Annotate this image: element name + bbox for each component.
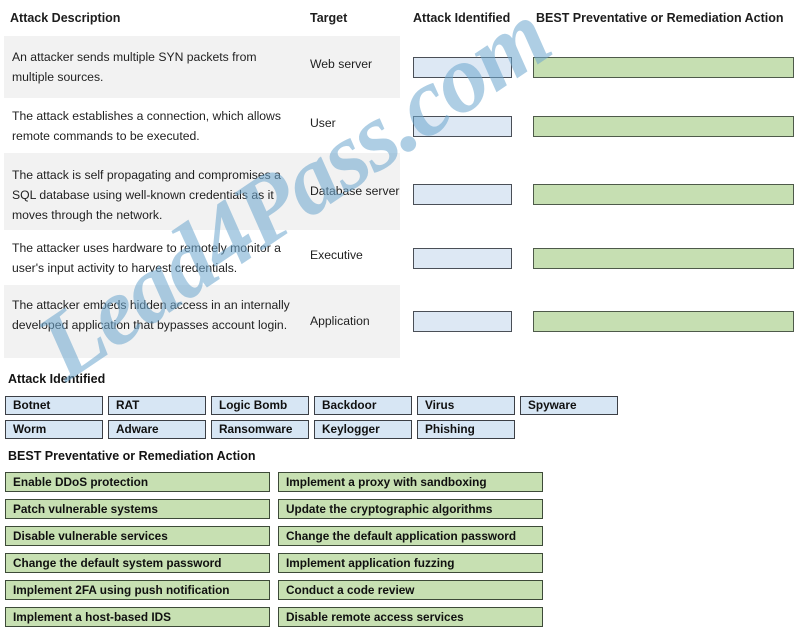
action-option-chip[interactable]: Implement application fuzzing bbox=[278, 553, 543, 573]
attack-matching-table: Attack Description Target Attack Identif… bbox=[0, 0, 811, 358]
target-text: Executive bbox=[310, 248, 363, 262]
best-action-dropdown[interactable] bbox=[533, 116, 794, 137]
attack-option-chip[interactable]: RAT bbox=[108, 396, 206, 415]
attack-description-text: The attacker embeds hidden access in an … bbox=[12, 298, 290, 332]
attack-option-chip[interactable]: Adware bbox=[108, 420, 206, 439]
best-action-dropdown[interactable] bbox=[533, 57, 794, 78]
best-action-bank-title: BEST Preventative or Remediation Action bbox=[8, 449, 256, 463]
target-text: Application bbox=[310, 314, 370, 328]
table-header-row: Attack Description Target Attack Identif… bbox=[0, 0, 811, 36]
action-option-chip[interactable]: Implement a host-based IDS bbox=[5, 607, 270, 627]
target-text: User bbox=[310, 116, 336, 130]
action-option-chip[interactable]: Change the default application password bbox=[278, 526, 543, 546]
attack-option-chip[interactable]: Backdoor bbox=[314, 396, 412, 415]
attack-option-chip[interactable]: Logic Bomb bbox=[211, 396, 309, 415]
column-header-attack-identified: Attack Identified bbox=[413, 11, 511, 25]
action-option-chip[interactable]: Enable DDoS protection bbox=[5, 472, 270, 492]
attack-description-text: The attack is self propagating and compr… bbox=[12, 168, 281, 222]
attack-description-text: The attack establishes a connection, whi… bbox=[12, 109, 281, 143]
column-header-best-action: BEST Preventative or Remediation Action bbox=[536, 11, 784, 25]
attack-identified-dropdown[interactable] bbox=[413, 184, 512, 205]
best-action-dropdown[interactable] bbox=[533, 184, 794, 205]
best-action-dropdown[interactable] bbox=[533, 311, 794, 332]
table-row: The attacker uses hardware to remotely m… bbox=[0, 230, 811, 285]
table-row: The attacker embeds hidden access in an … bbox=[0, 285, 811, 358]
action-option-chip[interactable]: Disable vulnerable services bbox=[5, 526, 270, 546]
attack-option-chip[interactable]: Virus bbox=[417, 396, 515, 415]
action-option-chip[interactable]: Change the default system password bbox=[5, 553, 270, 573]
exam-question-page: Attack Description Target Attack Identif… bbox=[0, 0, 811, 636]
action-option-chip[interactable]: Disable remote access services bbox=[278, 607, 543, 627]
target-text: Database server bbox=[310, 184, 400, 198]
action-option-chip[interactable]: Update the cryptographic algorithms bbox=[278, 499, 543, 519]
best-action-dropdown[interactable] bbox=[533, 248, 794, 269]
column-header-attack-description: Attack Description bbox=[10, 11, 121, 25]
attack-identified-bank-title: Attack Identified bbox=[8, 372, 106, 386]
attack-option-chip[interactable]: Ransomware bbox=[211, 420, 309, 439]
action-option-chip[interactable]: Patch vulnerable systems bbox=[5, 499, 270, 519]
attack-option-chip[interactable]: Phishing bbox=[417, 420, 515, 439]
column-header-target: Target bbox=[310, 11, 348, 25]
action-option-chip[interactable]: Implement 2FA using push notification bbox=[5, 580, 270, 600]
action-option-chip[interactable]: Implement a proxy with sandboxing bbox=[278, 472, 543, 492]
action-option-chip[interactable]: Conduct a code review bbox=[278, 580, 543, 600]
attack-option-chip[interactable]: Botnet bbox=[5, 396, 103, 415]
table-row: The attack is self propagating and compr… bbox=[0, 153, 811, 230]
attack-description-text: The attacker uses hardware to remotely m… bbox=[12, 241, 281, 275]
attack-identified-dropdown[interactable] bbox=[413, 57, 512, 78]
attack-option-chip[interactable]: Spyware bbox=[520, 396, 618, 415]
target-text: Web server bbox=[310, 57, 373, 71]
attack-description-text: An attacker sends multiple SYN packets f… bbox=[12, 50, 257, 84]
attack-option-chip[interactable]: Worm bbox=[5, 420, 103, 439]
attack-identified-dropdown[interactable] bbox=[413, 248, 512, 269]
attack-option-chip[interactable]: Keylogger bbox=[314, 420, 412, 439]
table-row: The attack establishes a connection, whi… bbox=[0, 98, 811, 153]
table-row: An attacker sends multiple SYN packets f… bbox=[0, 36, 811, 98]
attack-identified-dropdown[interactable] bbox=[413, 116, 512, 137]
attack-identified-dropdown[interactable] bbox=[413, 311, 512, 332]
